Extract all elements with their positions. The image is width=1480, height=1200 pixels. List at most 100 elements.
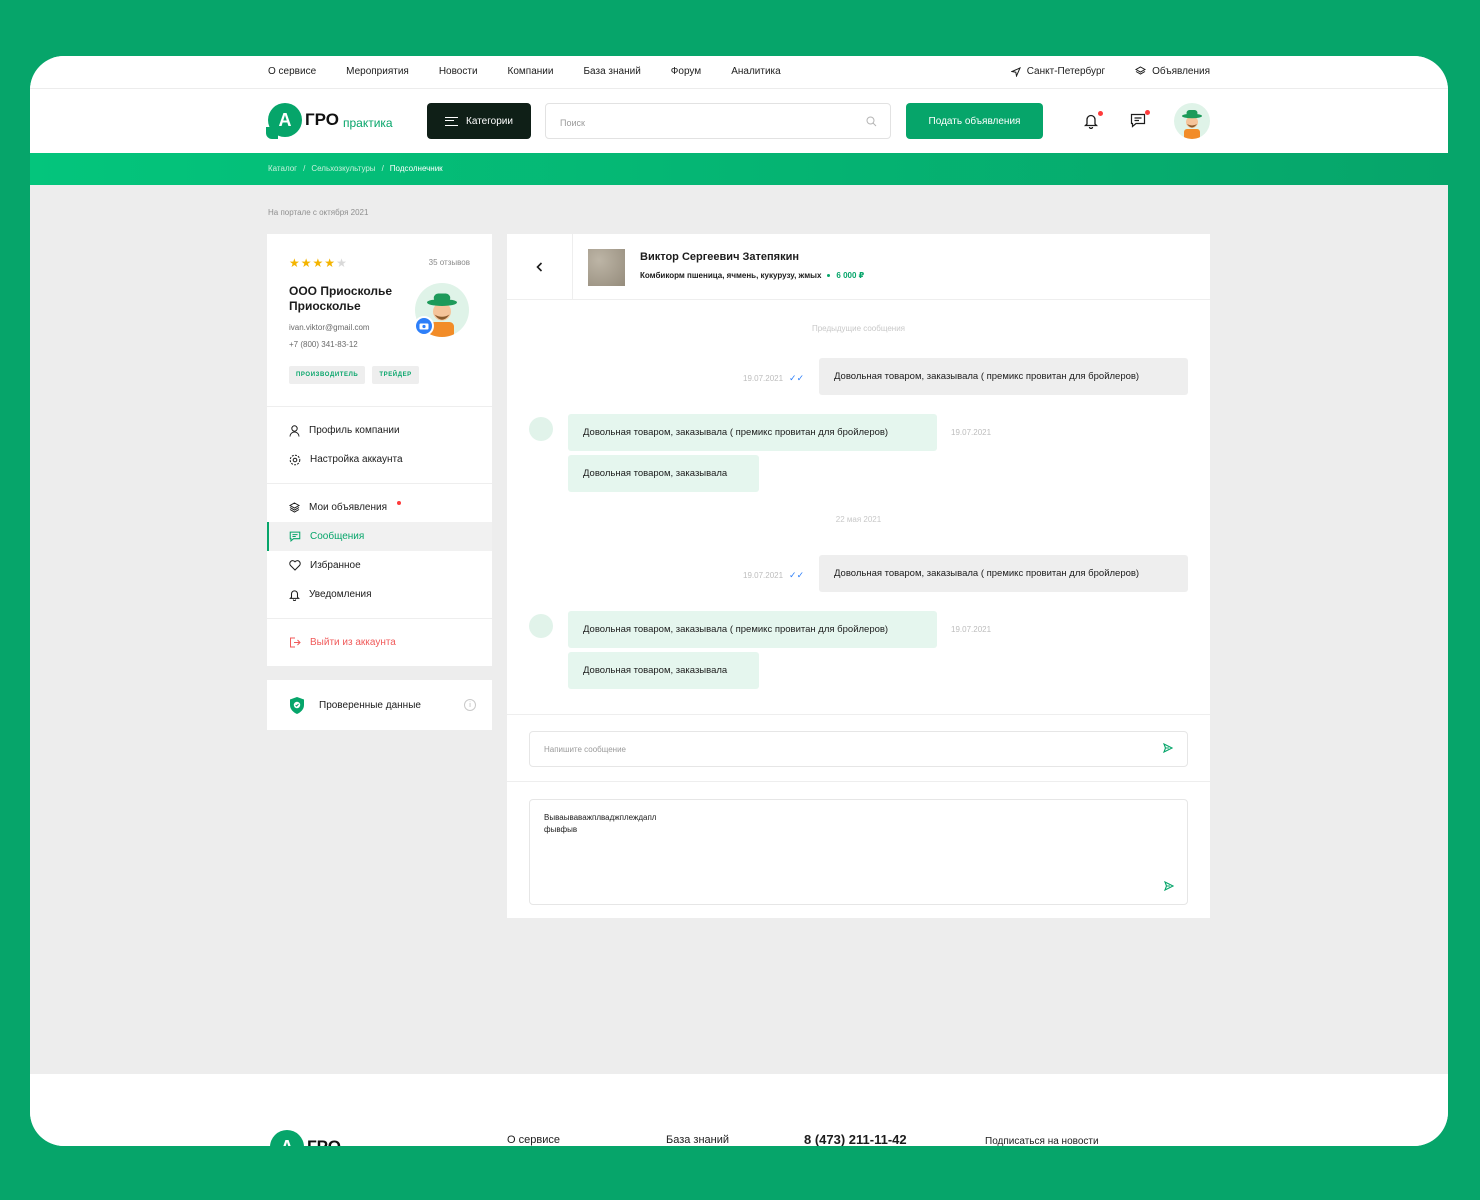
messages-button[interactable] (1130, 110, 1150, 133)
camera-icon (419, 323, 429, 330)
message-textarea[interactable]: Вываываважплваджплеждапл фывфыв (529, 799, 1188, 905)
message-outgoing: Довольная товаром, заказывала ( премикс … (819, 358, 1188, 395)
message-time: 19.07.2021 (951, 625, 992, 634)
send-icon (1163, 880, 1175, 892)
location-arrow-icon (1010, 66, 1021, 77)
top-navigation: О сервисе Мероприятия Новости Компании Б… (30, 56, 1448, 89)
breadcrumb-bar: Каталог / Сельхозкультуры / Подсолнечник (30, 153, 1448, 185)
layers-icon (1135, 66, 1147, 75)
account-sidebar: ★★★★★ 35 отзывов ООО Приосколье Приоскол… (267, 234, 492, 730)
menu-label: Избранное (310, 560, 361, 571)
nav-events[interactable]: Мероприятия (346, 66, 409, 77)
top-nav-links: О сервисе Мероприятия Новости Компании Б… (268, 66, 781, 77)
sender-avatar (529, 614, 553, 638)
message-incoming: Довольная товаром, заказывала ( премикс … (568, 611, 937, 648)
back-button[interactable] (507, 234, 573, 300)
footer-logo[interactable]: А ГРО практика (270, 1130, 395, 1146)
product-thumbnail[interactable] (588, 249, 625, 286)
notification-dot (1098, 111, 1103, 116)
sender-avatar (529, 417, 553, 441)
messages-dot (1145, 110, 1150, 115)
menu-item-my-ads[interactable]: Мои объявления (267, 493, 492, 522)
previous-messages-link[interactable]: Предыдущие сообщения (507, 324, 1210, 333)
message-incoming: Довольная товаром, заказывала ( премикс … (568, 414, 937, 451)
footer-subscribe[interactable]: Подписаться на новости (985, 1136, 1099, 1146)
date-separator: 22 мая 2021 (835, 515, 882, 524)
message-composer: Напишите сообщение (507, 714, 1210, 782)
notifications-button[interactable] (1083, 111, 1103, 134)
nav-companies[interactable]: Компании (508, 66, 554, 77)
menu-item-profile[interactable]: Профиль компании (267, 416, 492, 445)
chevron-left-icon (536, 262, 543, 272)
contact-name: Виктор Сергеевич Затепякин (640, 251, 800, 263)
ads-link[interactable]: Объявления (1135, 66, 1210, 77)
nav-about[interactable]: О сервисе (268, 66, 316, 77)
menu-label: Настройка аккаунта (310, 454, 403, 465)
menu-item-logout[interactable]: Выйти из аккаунта (267, 628, 492, 657)
breadcrumb: Каталог / Сельхозкультуры / Подсолнечник (268, 164, 443, 173)
menu-group-logout: Выйти из аккаунта (267, 619, 492, 666)
breadcrumb-crops[interactable]: Сельхозкультуры (311, 164, 375, 173)
farmer-avatar-icon (1182, 110, 1202, 139)
info-icon[interactable]: i (464, 699, 476, 711)
footer-phone[interactable]: 8 (473) 211-11-42 (804, 1132, 907, 1146)
logo-sub-text: практика (345, 1143, 395, 1146)
shield-check-icon (290, 696, 304, 714)
breadcrumb-catalog[interactable]: Каталог (268, 164, 297, 173)
message-input[interactable]: Напишите сообщение (529, 731, 1188, 767)
reviews-count[interactable]: 35 отзывов (429, 258, 470, 267)
footer-link-about[interactable]: О сервисе (507, 1134, 560, 1146)
company-email: ivan.viktor@gmail.com (289, 323, 370, 332)
message-time: 19.07.2021 (951, 428, 992, 437)
double-check-icon: ✓✓ (789, 373, 805, 383)
double-check-icon: ✓✓ (789, 570, 805, 580)
logo-mark: А (266, 103, 302, 139)
footer-link-knowledge[interactable]: База знаний (666, 1134, 729, 1146)
send-button[interactable] (1163, 880, 1175, 895)
member-since: На портале с октября 2021 (268, 208, 369, 217)
city-selector[interactable]: Санкт-Петербург (1010, 66, 1106, 77)
nav-forum[interactable]: Форум (671, 66, 701, 77)
profile-summary: ★★★★★ 35 отзывов ООО Приосколье Приоскол… (267, 234, 492, 406)
logo-main-text: ГРО (305, 110, 339, 129)
nav-news[interactable]: Новости (439, 66, 478, 77)
menu-item-notifications[interactable]: Уведомления (267, 580, 492, 609)
bell-icon (1083, 114, 1099, 130)
change-photo-button[interactable] (414, 316, 434, 336)
message-incoming: Довольная товаром, заказывала (568, 455, 759, 492)
menu-label: Выйти из аккаунта (310, 637, 396, 648)
menu-group-account: Профиль компании Настройка аккаунта (267, 407, 492, 484)
new-ads-dot (397, 500, 401, 505)
post-ad-button[interactable]: Подать объявления (906, 103, 1043, 139)
menu-item-favorites[interactable]: Избранное (267, 551, 492, 580)
search-icon (866, 116, 877, 127)
product-price: 6 000 ₽ (836, 271, 865, 280)
tag-trader: ТРЕЙДЕР (372, 366, 419, 384)
nav-analytics[interactable]: Аналитика (731, 66, 781, 77)
layers-icon (289, 502, 300, 513)
user-avatar[interactable] (1174, 103, 1210, 139)
city-label: Санкт-Петербург (1026, 66, 1106, 77)
star-icon: ★ (300, 256, 313, 270)
logo[interactable]: А ГРО практика (266, 103, 393, 139)
main-header: А ГРО практика Категории Поиск Подать об… (30, 89, 1448, 153)
logo-main-text: ГРО (307, 1137, 341, 1146)
search-input[interactable]: Поиск (545, 103, 891, 139)
message-placeholder: Напишите сообщение (544, 745, 627, 754)
verified-data-card[interactable]: Проверенные данные i (267, 680, 492, 730)
categories-button[interactable]: Категории (427, 103, 531, 139)
star-icon: ★ (324, 256, 337, 270)
footer: А ГРО практика О сервисе База знаний 8 (… (30, 1074, 1448, 1146)
menu-item-messages[interactable]: Сообщения (267, 522, 492, 551)
search-placeholder: Поиск (560, 118, 585, 128)
separator-dot (827, 274, 831, 277)
send-button[interactable] (1162, 742, 1174, 756)
draft-line: Вываываважплваджплеждапл (544, 813, 657, 822)
product-name[interactable]: Комбикорм пшеница, ячмень, кукурузу, жмы… (640, 271, 821, 280)
product-info: Комбикорм пшеница, ячмень, кукурузу, жмы… (640, 271, 864, 280)
message-time: 19.07.2021 ✓✓ (743, 373, 804, 384)
company-name: ООО Приосколье Приосколье (289, 284, 393, 313)
menu-icon (445, 116, 459, 126)
menu-item-settings[interactable]: Настройка аккаунта (267, 445, 492, 474)
nav-knowledge[interactable]: База знаний (583, 66, 640, 77)
